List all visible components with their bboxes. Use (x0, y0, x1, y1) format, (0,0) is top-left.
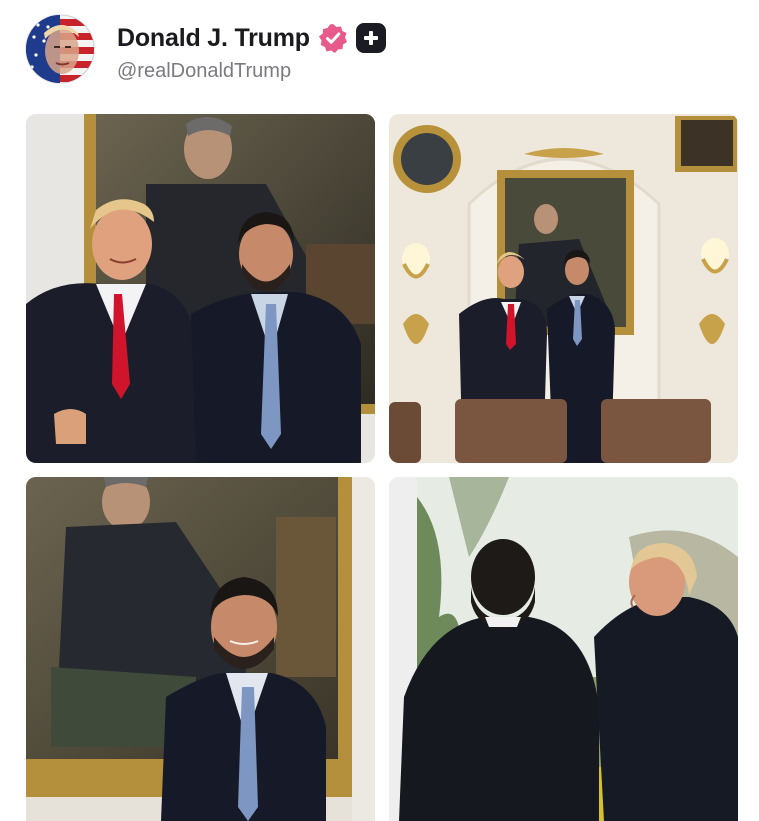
user-handle[interactable]: @realDonaldTrump (117, 60, 291, 83)
photo-oval-room[interactable] (389, 114, 738, 463)
post-header: Donald J. Trump @realDonaldTrump (0, 0, 759, 100)
display-name[interactable]: Donald J. Trump (117, 24, 310, 53)
plus-badge-icon (355, 23, 386, 53)
photo-window-backs[interactable] (389, 477, 738, 821)
photo-portrait-two-men[interactable] (26, 114, 375, 463)
photo-single-man-portrait[interactable] (26, 477, 375, 821)
verified-badge-icon (318, 23, 348, 53)
avatar[interactable] (26, 15, 94, 83)
name-row: Donald J. Trump (117, 20, 386, 56)
